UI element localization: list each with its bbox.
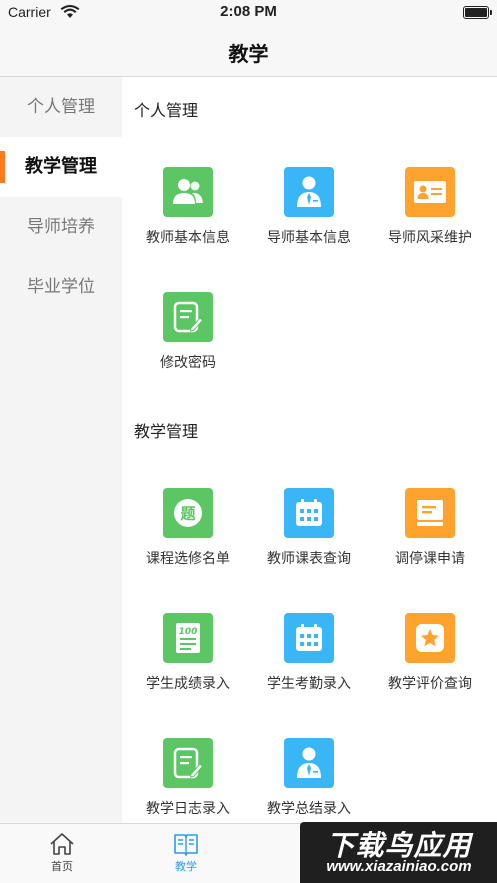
content-panel: 个人管理 教师基本信息 导师基本信息 导师风采维护 修改密码 教学管理 题 课程… [122,77,497,823]
sidebar-item-graduation[interactable]: 毕业学位 [0,257,122,317]
calendar-icon [284,613,334,663]
tab-home[interactable]: 首页 [22,832,102,874]
home-icon [50,833,74,855]
grid-label: 教学日志录入 [146,801,230,817]
grid-label: 教学评价查询 [388,676,472,692]
tablet-icon [405,488,455,538]
grid-item-mentor-profile[interactable]: 导师风采维护 [370,167,490,257]
grid-item-mentor-info[interactable]: 导师基本信息 [249,167,369,257]
grid-item-class-adjustment[interactable]: 调停课申请 [370,488,490,578]
person-tie-icon [284,167,334,217]
grid-item-change-password[interactable]: 修改密码 [128,292,248,382]
grid-item-teaching-log[interactable]: 教学日志录入 [128,738,248,823]
grid-item-teaching-evaluation[interactable]: 教学评价查询 [370,613,490,703]
person-tie-icon [284,738,334,788]
grid-label: 学生考勤录入 [267,676,351,692]
edit-note-icon [163,292,213,342]
grid-item-teacher-info[interactable]: 教师基本信息 [128,167,248,257]
navigation-bar: 教学 [0,26,497,77]
watermark-logo: 下载鸟应用 www.xiazainiao.com [300,822,497,883]
section-title-personal: 个人管理 [134,101,199,120]
book-icon [174,834,198,856]
grid-label: 教师课表查询 [267,551,351,567]
grid-item-teacher-schedule[interactable]: 教师课表查询 [249,488,369,578]
question-badge-icon: 题 [163,488,213,538]
sidebar-item-mentor[interactable]: 导师培养 [0,197,122,257]
id-card-icon [405,167,455,217]
section-title-teaching: 教学管理 [134,422,199,441]
clock: 2:08 PM [220,3,277,20]
grid-label: 导师基本信息 [267,230,351,246]
grid-label: 教学总结录入 [267,801,351,817]
grid-item-course-list[interactable]: 题 课程选修名单 [128,488,248,578]
badge-text: 100 [179,627,198,637]
sidebar-item-teaching[interactable]: 教学管理 [0,137,122,197]
sidebar-item-personal[interactable]: 个人管理 [0,77,122,137]
star-icon [405,613,455,663]
battery-icon [463,6,492,19]
grid-label: 导师风采维护 [388,230,472,246]
badge-text: 题 [180,505,196,523]
grid-label: 学生成绩录入 [146,676,230,692]
edit-note-icon [163,738,213,788]
users-icon [163,167,213,217]
grid-item-score-entry[interactable]: 100 学生成绩录入 [128,613,248,703]
grid-label: 调停课申请 [395,551,465,567]
calendar-icon [284,488,334,538]
grid-label: 修改密码 [160,355,216,371]
tab-teaching[interactable]: 教学 [146,832,226,874]
page-title: 教学 [228,42,269,66]
grid-item-teaching-summary[interactable]: 教学总结录入 [249,738,369,823]
watermark-url: www.xiazainiao.com [326,858,472,875]
tab-label: 首页 [51,860,73,873]
grid-label: 教师基本信息 [146,230,230,246]
tab-label: 教学 [175,860,197,873]
grid-label: 课程选修名单 [146,551,230,567]
score-sheet-icon: 100 [163,613,213,663]
status-bar: Carrier 2:08 PM [0,0,497,26]
grid-item-attendance-entry[interactable]: 学生考勤录入 [249,613,369,703]
category-sidebar: 个人管理 教学管理 导师培养 毕业学位 [0,77,122,823]
